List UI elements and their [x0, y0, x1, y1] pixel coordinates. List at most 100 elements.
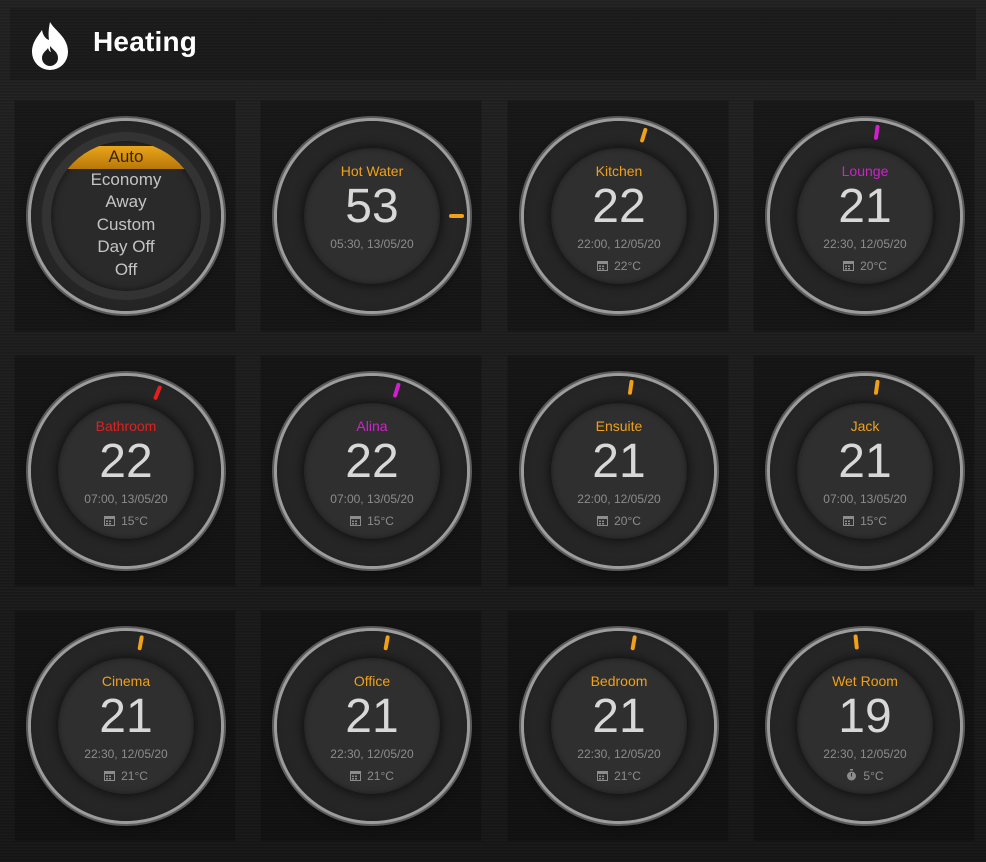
setpoint-marker-bar: [627, 379, 634, 396]
zone-tile-bedroom: Bedroom 21 22:30, 12/05/20 21°C: [507, 610, 729, 842]
zone-name: Jack: [850, 418, 880, 434]
thermostat-dial[interactable]: Jack 21 07:00, 13/05/20 15°C: [770, 376, 960, 566]
setpoint-value: 5°C: [863, 769, 884, 783]
setpoint-value: 21°C: [614, 769, 641, 783]
mode-option-economy[interactable]: Economy: [51, 169, 201, 192]
zone-name: Bathroom: [95, 418, 157, 434]
zone-temperature: 21: [345, 690, 399, 743]
calendar-icon: [843, 516, 855, 526]
zone-temperature: 22: [99, 435, 153, 488]
zone-setpoint: 15°C: [277, 514, 467, 528]
thermostat-dial[interactable]: Bedroom 21 22:30, 12/05/20 21°C: [524, 631, 714, 821]
thermostat-dial[interactable]: Alina 22 07:00, 13/05/20 15°C: [277, 376, 467, 566]
setpoint-value: 20°C: [614, 514, 641, 528]
zone-timestamp: 05:30, 13/05/20: [330, 237, 414, 251]
setpoint-marker-bar: [383, 635, 390, 651]
thermostat-dial[interactable]: Wet Room 19 22:30, 12/05/20 5°C: [770, 631, 960, 821]
setpoint-marker-bar: [152, 384, 163, 401]
zone-name: Hot Water: [340, 163, 404, 179]
thermostat-dial[interactable]: Office 21 22:30, 12/05/20 21°C: [277, 631, 467, 821]
zone-temperature: 22: [345, 435, 399, 488]
zone-name: Alina: [356, 418, 388, 434]
mode-option-off[interactable]: Off: [51, 259, 201, 282]
zone-timestamp: 22:30, 12/05/20: [330, 747, 414, 761]
zone-temperature: 22: [592, 180, 646, 233]
zone-name: Office: [353, 673, 391, 689]
calendar-icon: [350, 771, 362, 781]
zone-tile-hot-water: Hot Water 53 05:30, 13/05/20: [260, 100, 482, 332]
zone-timestamp: 22:00, 12/05/20: [577, 237, 661, 251]
zone-timestamp: 22:30, 12/05/20: [577, 747, 661, 761]
mode-tile: Auto Economy Away Custom Day Off Off: [14, 100, 236, 332]
setpoint-marker-bar: [873, 379, 880, 396]
zone-tile-office: Office 21 22:30, 12/05/20 21°C: [260, 610, 482, 842]
thermostat-dial[interactable]: Cinema 21 22:30, 12/05/20 21°C: [31, 631, 221, 821]
mode-list: Auto Economy Away Custom Day Off Off: [51, 146, 201, 281]
zone-tile-bathroom: Bathroom 22 07:00, 13/05/20 15°C: [14, 355, 236, 587]
mode-option-auto[interactable]: Auto: [51, 146, 201, 169]
zone-name: Bedroom: [590, 673, 648, 689]
mode-option-custom[interactable]: Custom: [51, 214, 201, 237]
zone-timestamp: 22:00, 12/05/20: [577, 492, 661, 506]
zone-setpoint: 21°C: [31, 769, 221, 783]
setpoint-marker-bar: [639, 127, 648, 143]
zone-tile-cinema: Cinema 21 22:30, 12/05/20 21°C: [14, 610, 236, 842]
zone-temperature: 21: [838, 435, 892, 488]
zone-setpoint: 22°C: [524, 259, 714, 273]
setpoint-value: 21°C: [367, 769, 394, 783]
calendar-icon: [104, 516, 116, 526]
setpoint-value: 15°C: [121, 514, 148, 528]
zone-tile-kitchen: Kitchen 22 22:00, 12/05/20 22°C: [507, 100, 729, 332]
thermostat-dial[interactable]: Lounge 21 22:30, 12/05/20 20°C: [770, 121, 960, 311]
zone-setpoint: 20°C: [770, 259, 960, 273]
page-title: Heating: [93, 26, 198, 57]
thermostat-dial[interactable]: Kitchen 22 22:00, 12/05/20 22°C: [524, 121, 714, 311]
setpoint-value: 15°C: [367, 514, 394, 528]
thermostat-dial[interactable]: Bathroom 22 07:00, 13/05/20 15°C: [31, 376, 221, 566]
zone-timestamp: 22:30, 12/05/20: [823, 237, 907, 251]
calendar-icon: [843, 261, 855, 271]
zone-timestamp: 07:00, 13/05/20: [330, 492, 414, 506]
setpoint-marker-bar: [137, 635, 144, 651]
setpoint-value: 22°C: [614, 259, 641, 273]
zone-temperature: 21: [592, 690, 646, 743]
calendar-icon: [597, 516, 609, 526]
zone-timestamp: 07:00, 13/05/20: [823, 492, 907, 506]
zone-temperature: 19: [838, 690, 892, 743]
setpoint-marker-bar: [630, 635, 637, 651]
zone-tile-alina: Alina 22 07:00, 13/05/20 15°C: [260, 355, 482, 587]
thermostat-dial[interactable]: Ensuite 21 22:00, 12/05/20 20°C: [524, 376, 714, 566]
zone-setpoint: 15°C: [31, 514, 221, 528]
zone-setpoint: 5°C: [770, 769, 960, 783]
zone-tile-jack: Jack 21 07:00, 13/05/20 15°C: [753, 355, 975, 587]
zone-name: Cinema: [101, 673, 151, 689]
setpoint-value: 15°C: [860, 514, 887, 528]
mode-selector-dial[interactable]: Auto Economy Away Custom Day Off Off: [31, 121, 221, 311]
zone-timestamp: 22:30, 12/05/20: [84, 747, 168, 761]
zone-name: Ensuite: [595, 418, 643, 434]
mode-option-away[interactable]: Away: [51, 191, 201, 214]
calendar-icon: [597, 261, 609, 271]
zone-tile-lounge: Lounge 21 22:30, 12/05/20 20°C: [753, 100, 975, 332]
zone-setpoint: 21°C: [524, 769, 714, 783]
setpoint-value: 21°C: [121, 769, 148, 783]
zone-temperature: 21: [838, 180, 892, 233]
mode-list-window: Auto Economy Away Custom Day Off Off: [51, 141, 201, 291]
setpoint-marker-bar: [873, 124, 880, 141]
zone-temperature: 21: [99, 690, 153, 743]
setpoint-marker-bar: [392, 382, 401, 398]
calendar-icon: [104, 771, 116, 781]
zone-temperature: 53: [345, 180, 399, 233]
zone-tile-wet-room: Wet Room 19 22:30, 12/05/20 5°C: [753, 610, 975, 842]
calendar-icon: [597, 771, 609, 781]
zone-tile-ensuite: Ensuite 21 22:00, 12/05/20 20°C: [507, 355, 729, 587]
zone-setpoint: 20°C: [524, 514, 714, 528]
zone-timestamp: 22:30, 12/05/20: [823, 747, 907, 761]
zone-name: Lounge: [841, 163, 889, 179]
zone-timestamp: 07:00, 13/05/20: [84, 492, 168, 506]
thermostat-dial[interactable]: Hot Water 53 05:30, 13/05/20: [277, 121, 467, 311]
header-bar: Heating: [10, 8, 976, 80]
zone-name: Wet Room: [832, 673, 898, 689]
mode-option-day-off[interactable]: Day Off: [51, 236, 201, 259]
stopwatch-icon: [847, 769, 857, 781]
